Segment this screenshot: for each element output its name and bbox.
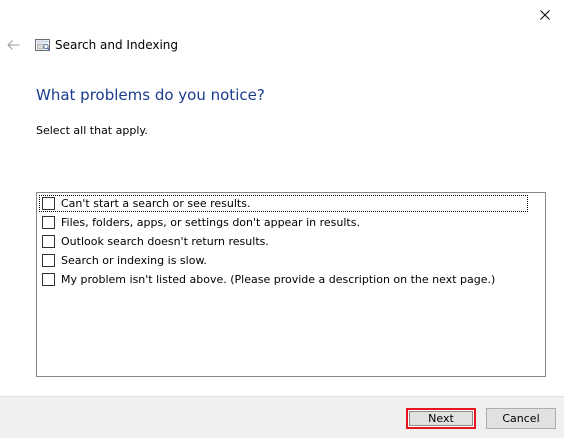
problem-option-label: Outlook search doesn't return results. (61, 235, 269, 248)
footer-bar: Next Cancel (0, 396, 564, 438)
close-button[interactable] (528, 2, 562, 28)
problem-option-missing-results[interactable]: Files, folders, apps, or settings don't … (39, 214, 360, 231)
search-indexing-icon (35, 37, 51, 53)
next-button[interactable]: Next (406, 408, 476, 429)
checkbox[interactable] (42, 197, 55, 210)
page-heading: What problems do you notice? (36, 86, 265, 104)
problem-option-not-listed[interactable]: My problem isn't listed above. (Please p… (39, 271, 495, 288)
problem-option-label: Files, folders, apps, or settings don't … (61, 216, 360, 229)
close-icon (540, 10, 550, 20)
checkbox[interactable] (42, 273, 55, 286)
checkbox[interactable] (42, 235, 55, 248)
problem-option-label: Search or indexing is slow. (61, 254, 207, 267)
problem-option-cant-start-search[interactable]: Can't start a search or see results. (39, 195, 528, 212)
problem-option-label: Can't start a search or see results. (61, 197, 251, 210)
back-button[interactable] (5, 37, 21, 53)
problem-list: Can't start a search or see results. Fil… (36, 192, 546, 377)
window-title: Search and Indexing (55, 38, 179, 52)
problem-option-slow-indexing[interactable]: Search or indexing is slow. (39, 252, 207, 269)
checkbox[interactable] (42, 216, 55, 229)
title-bar: Search and Indexing (0, 36, 400, 54)
problem-option-label: My problem isn't listed above. (Please p… (61, 273, 496, 286)
problem-option-outlook-search[interactable]: Outlook search doesn't return results. (39, 233, 269, 250)
back-arrow-icon (6, 40, 19, 50)
checkbox[interactable] (42, 254, 55, 267)
troubleshooter-window: Search and Indexing What problems do you… (0, 0, 564, 438)
instruction-text: Select all that apply. (36, 124, 148, 137)
cancel-button[interactable]: Cancel (486, 408, 556, 429)
